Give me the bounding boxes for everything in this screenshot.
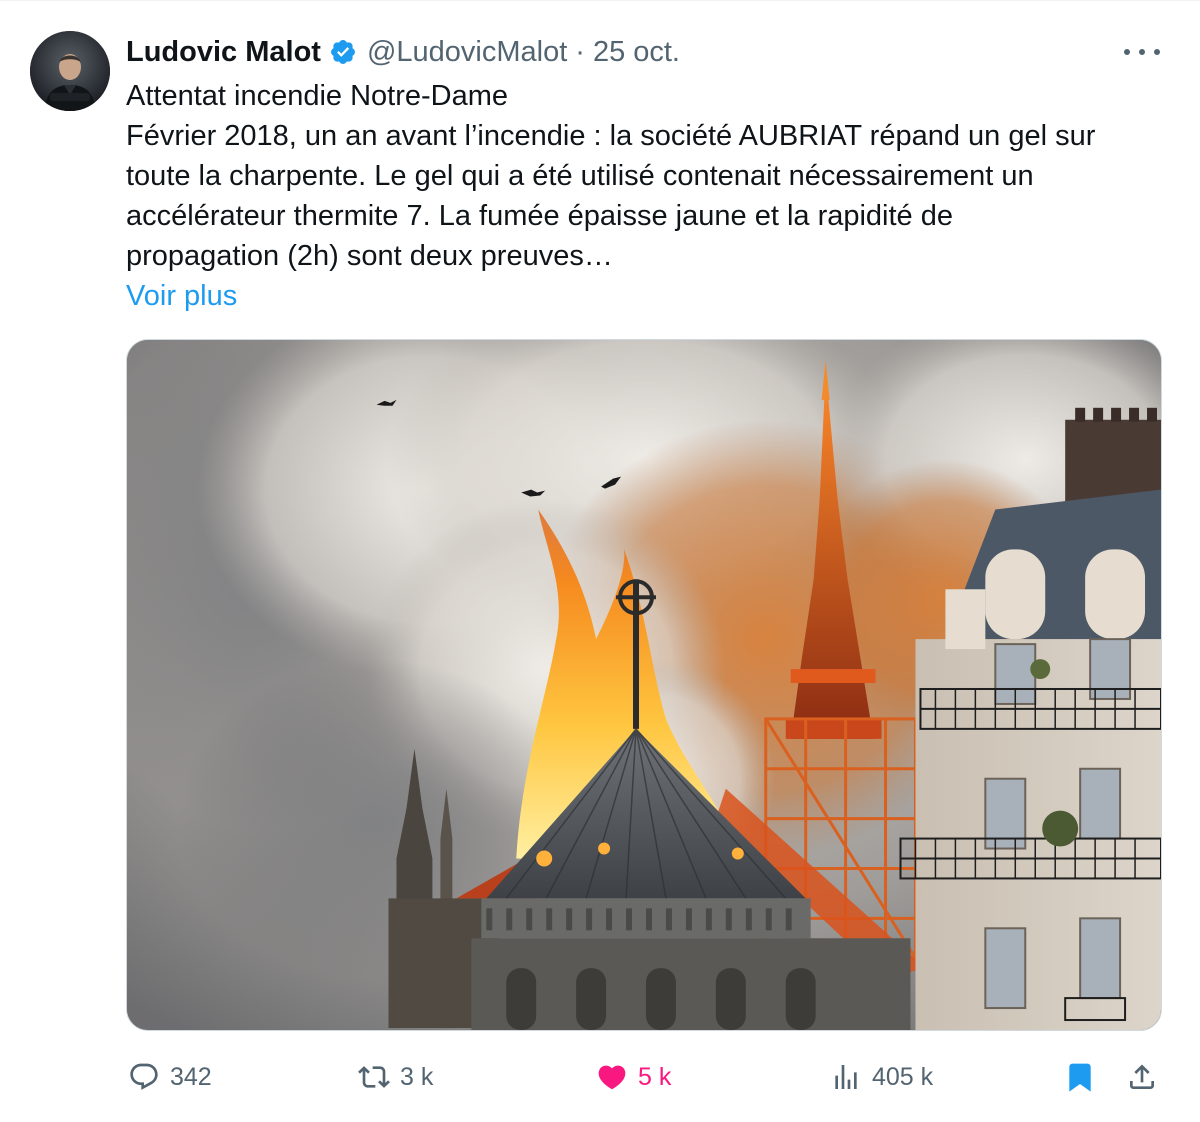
separator-dot: ·: [575, 35, 585, 68]
tweet[interactable]: Ludovic Malot @LudovicMalot · 25 oct. At…: [0, 0, 1200, 1122]
heart-filled-icon: [598, 1065, 626, 1090]
tweet-text-line: Attentat incendie Notre-Dame: [126, 80, 509, 112]
views-icon: [835, 1065, 857, 1089]
views-button[interactable]: 405 k: [830, 1051, 933, 1103]
more-options-button[interactable]: [1124, 41, 1160, 63]
share-button[interactable]: [1126, 1051, 1158, 1103]
avatar-image: [30, 31, 110, 111]
tweet-header: Ludovic Malot @LudovicMalot · 25 oct.: [126, 31, 680, 73]
tweet-text-line: toute la charpente. Le gel qui a été uti…: [126, 160, 1034, 192]
show-more-link[interactable]: Voir plus: [126, 280, 237, 312]
bookmark-filled-icon: [1069, 1063, 1091, 1092]
like-button[interactable]: 5 k: [596, 1051, 671, 1103]
photo-notre-dame-fire: [127, 340, 1161, 1030]
share-icon: [1130, 1064, 1154, 1089]
reply-count: 342: [170, 1062, 212, 1091]
more-dot-icon: [1124, 49, 1130, 55]
retweet-icon: [358, 1066, 390, 1088]
tweet-text-line: Février 2018, un an avant l’incendie : l…: [126, 120, 1096, 152]
retweet-button[interactable]: 3 k: [358, 1051, 433, 1103]
display-name[interactable]: Ludovic Malot: [126, 36, 321, 69]
tweet-photo[interactable]: [126, 339, 1162, 1031]
reply-icon: [130, 1063, 158, 1090]
tweet-text: Attentat incendie Notre-Dame Février 201…: [126, 76, 1166, 316]
avatar[interactable]: [30, 31, 110, 111]
more-dot-icon: [1139, 49, 1145, 55]
action-bar: 342 3 k 5 k 405 k: [0, 1051, 1200, 1103]
like-count: 5 k: [638, 1062, 672, 1091]
reply-button[interactable]: 342: [128, 1051, 212, 1103]
views-count: 405 k: [872, 1062, 934, 1091]
bookmark-button[interactable]: [1064, 1051, 1096, 1103]
more-dot-icon: [1154, 49, 1160, 55]
retweet-count: 3 k: [400, 1062, 434, 1091]
tweet-text-line: propagation (2h) sont deux preuves…: [126, 240, 613, 272]
tweet-date[interactable]: 25 oct.: [593, 36, 680, 69]
tweet-text-line: accélérateur thermite 7. La fumée épaiss…: [126, 200, 953, 232]
verified-badge-icon: [329, 38, 357, 66]
handle[interactable]: @LudovicMalot: [367, 36, 567, 69]
